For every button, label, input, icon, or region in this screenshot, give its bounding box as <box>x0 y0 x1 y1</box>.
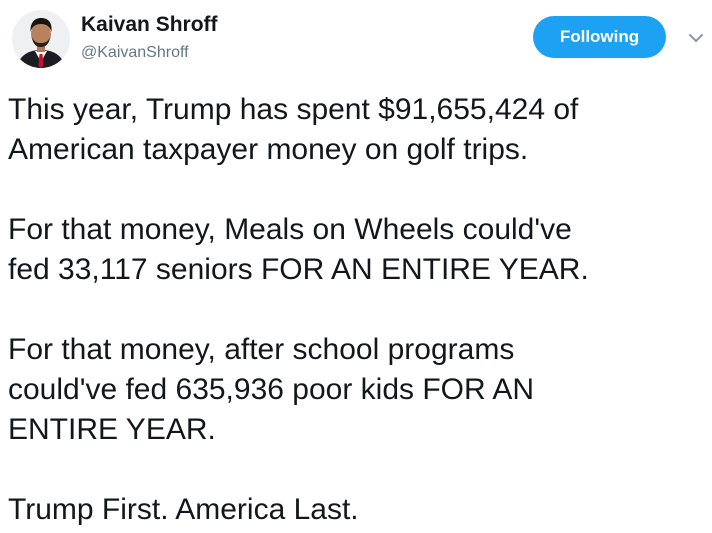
following-button[interactable]: Following <box>533 16 666 58</box>
avatar[interactable] <box>12 10 70 68</box>
avatar-image <box>12 10 70 68</box>
tweet-paragraph: Trump First. America Last. <box>8 493 359 526</box>
tweet-paragraph: This year, Trump has spent $91,655,424 o… <box>8 93 579 166</box>
author-handle[interactable]: @KaivanShroff <box>81 44 189 62</box>
author-name[interactable]: Kaivan Shroff <box>81 13 218 37</box>
tweet-paragraph: For that money, after school programs co… <box>8 333 535 446</box>
tweet-header: Kaivan Shroff @KaivanShroff Following <box>10 8 710 78</box>
tweet-paragraph: For that money, Meals on Wheels could've… <box>8 213 589 286</box>
tweet-card: Kaivan Shroff @KaivanShroff Following Th… <box>0 0 712 533</box>
chevron-down-icon[interactable] <box>684 26 708 50</box>
tweet-text: This year, Trump has spent $91,655,424 o… <box>8 90 708 530</box>
